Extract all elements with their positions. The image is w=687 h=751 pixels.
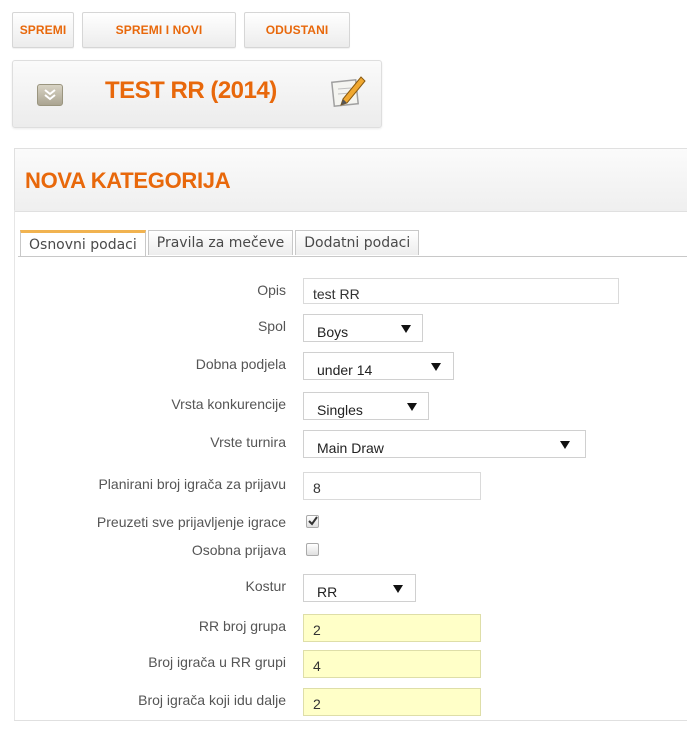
chevron-down-icon: [431, 363, 441, 371]
spol-label: Spol: [257, 318, 286, 334]
rr-broj-grupa-label: RR broj grupa: [198, 618, 286, 634]
form-row-rr-broj-grupa: RR broj grupa 2: [18, 614, 618, 642]
rr-broj-grupa-input[interactable]: 2: [303, 614, 481, 642]
form-row-broj-igraca-dalje: Broj igrača koji idu dalje 2: [18, 688, 618, 716]
vrste-turnira-label: Vrste turnira: [210, 434, 286, 450]
save-button[interactable]: SPREMI: [12, 12, 74, 48]
vrsta-konkurencije-select[interactable]: Singles: [303, 392, 429, 420]
chevron-down-icon: [393, 585, 403, 593]
spol-select[interactable]: Boys: [303, 314, 423, 342]
edit-icon[interactable]: [329, 71, 369, 116]
opis-label: Opis: [257, 282, 286, 298]
tab-pravila-za-meceve[interactable]: Pravila za mečeve: [147, 230, 294, 255]
form-row-vrste-turnira: Vrste turnira Main Draw: [18, 430, 618, 458]
tab-osnovni-podaci[interactable]: Osnovni podaci: [20, 230, 146, 256]
opis-input[interactable]: test RR: [303, 278, 619, 304]
kostur-value: RR: [317, 584, 338, 600]
category-title: NOVA KATEGORIJA: [25, 168, 231, 193]
tab-divider: [18, 256, 687, 257]
form-row-dobna-podjela: Dobna podjela under 14: [18, 352, 618, 380]
vrste-turnira-value: Main Draw: [317, 440, 384, 456]
dobna-podjela-select[interactable]: under 14: [303, 352, 454, 380]
cancel-button[interactable]: ODUSTANI: [244, 12, 350, 48]
save-and-new-button[interactable]: SPREMI I NOVI: [82, 12, 236, 48]
toolbar: SPREMI SPREMI I NOVI ODUSTANI: [12, 12, 350, 48]
osobna-prijava-label: Osobna prijava: [191, 542, 286, 558]
bottom-divider: [14, 720, 687, 721]
broj-igraca-u-grupi-input[interactable]: 4: [303, 650, 481, 678]
broj-igraca-dalje-label: Broj igrača koji idu dalje: [138, 692, 286, 708]
dobna-podjela-label: Dobna podjela: [195, 356, 286, 372]
tournament-title: TEST RR (2014): [105, 77, 277, 104]
tab-dodatni-podaci[interactable]: Dodatni podaci: [295, 230, 420, 255]
vrsta-konkurencije-value: Singles: [317, 402, 363, 418]
planirani-broj-label: Planirani broj igrača za prijavu: [98, 476, 286, 492]
tab-bar: Osnovni podaci Pravila za mečeve Dodatni…: [20, 230, 420, 256]
vrste-turnira-select[interactable]: Main Draw: [303, 430, 586, 458]
dobna-podjela-value: under 14: [317, 362, 373, 378]
chevron-down-icon: [401, 325, 411, 333]
form-row-osobna-prijava: Osobna prijava: [18, 538, 618, 564]
chevron-down-icon: [560, 441, 570, 449]
category-header: NOVA KATEGORIJA: [14, 148, 687, 212]
chevron-down-icon: [407, 403, 417, 411]
kostur-label: Kostur: [245, 578, 286, 594]
form-row-broj-igraca-u-grupi: Broj igrača u RR grupi 4: [18, 650, 618, 678]
kostur-select[interactable]: RR: [303, 574, 416, 602]
checkmark-icon: [308, 516, 318, 526]
preuzeti-sve-checkbox[interactable]: [306, 515, 319, 528]
double-chevron-down-icon[interactable]: [37, 84, 63, 106]
vrsta-konkurencije-label: Vrsta konkurencije: [171, 396, 286, 412]
planirani-broj-input[interactable]: 8: [303, 472, 481, 500]
form-row-kostur: Kostur RR: [18, 574, 618, 602]
osobna-prijava-checkbox[interactable]: [306, 543, 319, 556]
preuzeti-sve-label: Preuzeti sve prijavljenje igrace: [96, 514, 286, 530]
form-row-preuzeti-sve: Preuzeti sve prijavljenje igrace: [18, 510, 618, 536]
broj-igraca-u-grupi-label: Broj igrača u RR grupi: [148, 654, 286, 670]
form-row-spol: Spol Boys: [18, 314, 618, 342]
form-row-opis: Opis test RR: [18, 278, 619, 304]
form-row-planirani-broj: Planirani broj igrača za prijavu 8: [18, 472, 618, 500]
spol-value: Boys: [317, 324, 349, 340]
tournament-header: TEST RR (2014): [12, 60, 382, 128]
form-row-vrsta-konkurencije: Vrsta konkurencije Singles: [18, 392, 618, 420]
broj-igraca-dalje-input[interactable]: 2: [303, 688, 481, 716]
